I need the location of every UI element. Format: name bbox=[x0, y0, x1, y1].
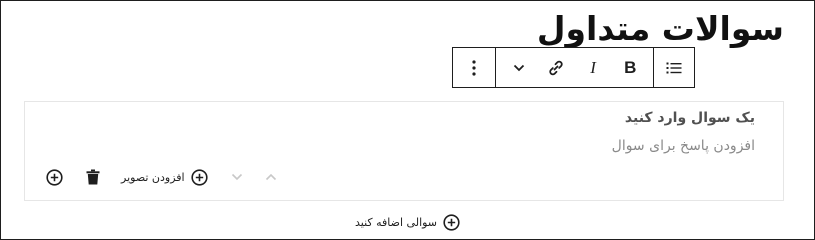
chevron-down-icon bbox=[513, 64, 524, 71]
more-formats-button[interactable] bbox=[503, 48, 535, 87]
block-toolbar: I B bbox=[452, 47, 695, 88]
editor-canvas: سوالات متداول I B یک سوال وارد کنید افزو… bbox=[0, 0, 815, 240]
toolbar-group-block bbox=[652, 48, 694, 87]
link-button[interactable] bbox=[540, 48, 572, 87]
add-item-button[interactable] bbox=[43, 168, 65, 186]
list-block-button[interactable] bbox=[658, 48, 690, 87]
vertical-ellipsis-icon bbox=[472, 59, 476, 76]
bold-button[interactable]: B bbox=[614, 48, 646, 87]
add-question-label: سوالی اضافه کنید bbox=[355, 215, 438, 229]
italic-icon: I bbox=[590, 57, 596, 77]
faq-item: یک سوال وارد کنید افزودن پاسخ برای سوال bbox=[24, 101, 784, 201]
link-icon bbox=[549, 60, 563, 75]
delete-item-button[interactable] bbox=[82, 169, 104, 185]
more-options-button[interactable] bbox=[458, 48, 490, 87]
plus-circle-icon bbox=[45, 168, 63, 186]
move-up-button[interactable] bbox=[260, 173, 282, 181]
add-image-button[interactable]: افزودن تصویر bbox=[121, 168, 208, 186]
trash-icon bbox=[86, 169, 100, 185]
plus-circle-icon bbox=[190, 168, 208, 186]
answer-input[interactable]: افزودن پاسخ برای سوال bbox=[612, 138, 755, 154]
list-icon bbox=[666, 62, 682, 73]
chevron-down-icon bbox=[231, 173, 242, 181]
faq-item-controls: افزودن تصویر bbox=[43, 166, 282, 188]
add-question-button[interactable]: سوالی اضافه کنید bbox=[355, 212, 460, 232]
toolbar-group-format: I B bbox=[495, 48, 653, 87]
bold-icon: B bbox=[624, 57, 637, 77]
move-down-button[interactable] bbox=[226, 173, 248, 181]
page-title[interactable]: سوالات متداول bbox=[537, 7, 784, 51]
plus-circle-icon bbox=[443, 213, 460, 231]
chevron-up-icon bbox=[265, 173, 276, 181]
toolbar-group-options bbox=[453, 48, 495, 87]
italic-button[interactable]: I bbox=[577, 48, 609, 87]
add-image-label: افزودن تصویر bbox=[121, 170, 185, 184]
question-input[interactable]: یک سوال وارد کنید bbox=[625, 110, 755, 126]
